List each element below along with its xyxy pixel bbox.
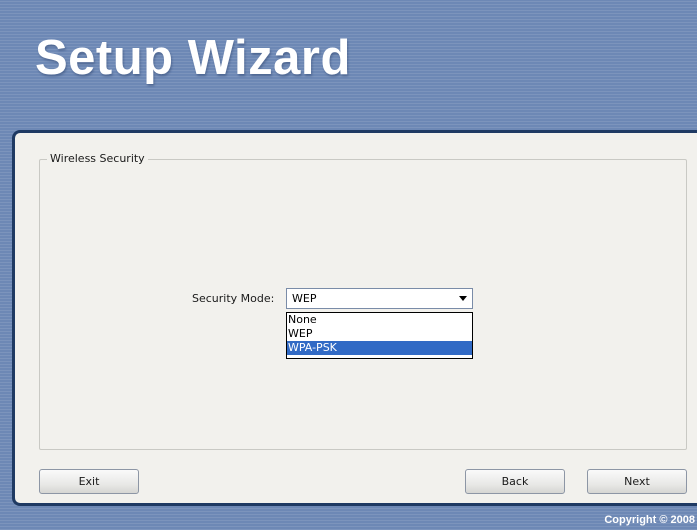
option-wpa-psk[interactable]: WPA-PSK [287,341,472,355]
setup-wizard-window: Setup Wizard Wireless Security Security … [0,0,697,530]
content-panel: Wireless Security Security Mode: WEP Non… [12,130,697,506]
wireless-security-group: Wireless Security Security Mode: WEP Non… [39,152,687,450]
option-none[interactable]: None [287,313,472,327]
next-button[interactable]: Next [587,469,687,494]
security-mode-options: None WEP WPA-PSK [286,312,473,359]
exit-button[interactable]: Exit [39,469,139,494]
app-title: Setup Wizard [35,31,351,85]
back-button[interactable]: Back [465,469,565,494]
copyright-text: Copyright © 2008 [604,514,695,526]
chevron-down-icon[interactable] [459,296,467,301]
security-mode-select[interactable]: WEP [286,288,473,309]
security-mode-label: Security Mode: [192,292,275,305]
security-mode-selected-value: WEP [292,292,317,305]
group-legend: Wireless Security [47,152,148,165]
option-wep[interactable]: WEP [287,327,472,341]
